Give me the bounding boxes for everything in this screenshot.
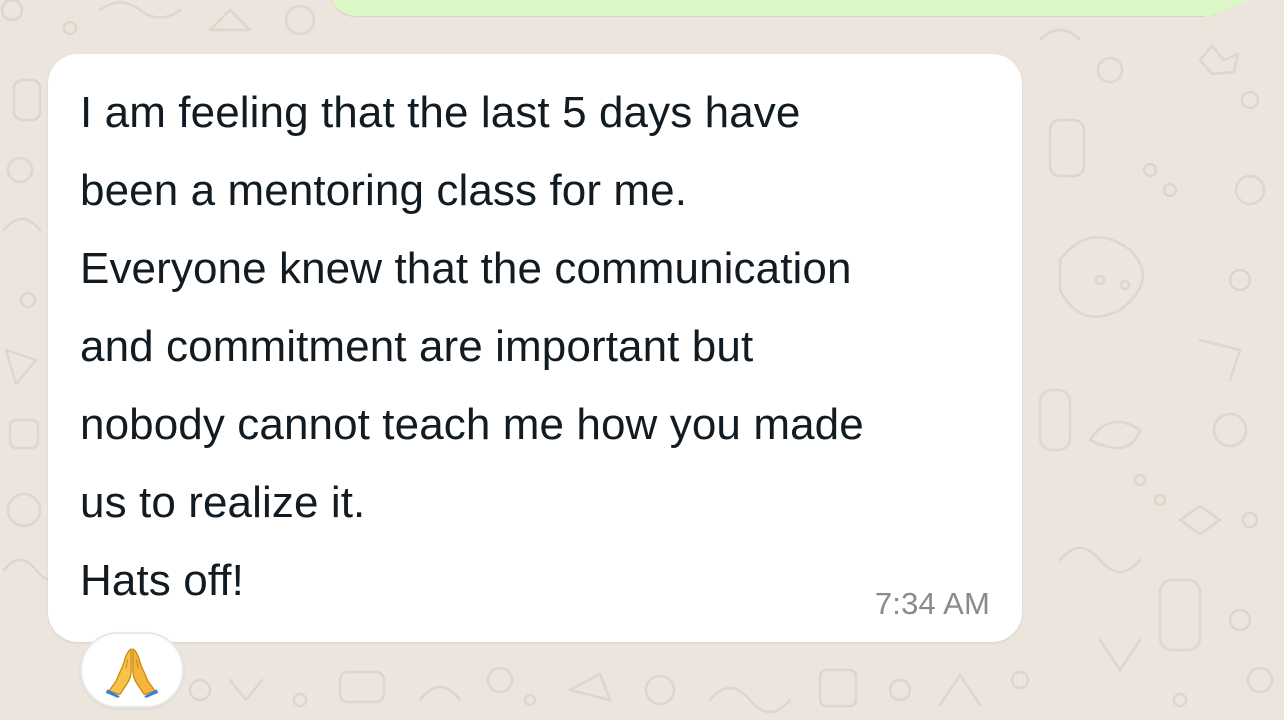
message-line: I am feeling that the last 5 days have	[80, 88, 801, 137]
message-line: Hats off!	[80, 556, 244, 605]
message-line: been a mentoring class for me.	[80, 166, 688, 215]
message-line: and commitment are important but	[80, 322, 754, 371]
message-line: us to realize it.	[80, 478, 366, 527]
reaction-chip[interactable]	[80, 632, 184, 708]
message-timestamp: 7:34 AM	[874, 586, 990, 621]
message-line: nobody cannot teach me how you made	[80, 400, 864, 449]
message-line: Everyone knew that the communication	[80, 244, 852, 293]
previous-outgoing-message-bubble[interactable]	[330, 0, 1230, 16]
folded-hands-icon	[105, 648, 159, 698]
incoming-message-bubble[interactable]: I am feeling that the last 5 days have b…	[48, 54, 1022, 642]
outgoing-bubble-tail	[1205, 0, 1251, 18]
message-text: I am feeling that the last 5 days have b…	[80, 74, 1010, 620]
